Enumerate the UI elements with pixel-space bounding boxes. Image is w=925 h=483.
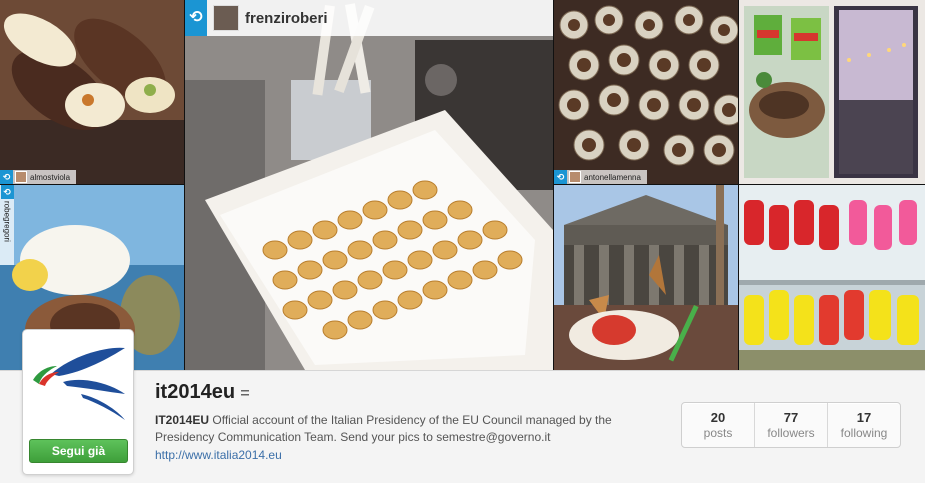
photo-tile-cannoli[interactable]: ⟲ almostviola bbox=[0, 0, 184, 184]
photo-mosaic: ⟲ almostviola ⟲ frenziroberi ⟲ antonella… bbox=[0, 0, 925, 370]
dinner-photo bbox=[739, 0, 925, 184]
photo-tile-ghiaccioli[interactable] bbox=[739, 185, 925, 370]
stat-label: following bbox=[840, 426, 888, 440]
profile-username: it2014eu bbox=[155, 381, 236, 403]
credit-avatar bbox=[15, 171, 27, 183]
pantheon-photo bbox=[554, 185, 738, 370]
regram-icon: ⟲ bbox=[0, 185, 14, 199]
featured-username: frenziroberi bbox=[245, 9, 328, 27]
tortellini-photo bbox=[185, 0, 553, 370]
stat-value: 20 bbox=[710, 410, 726, 425]
shellfish-photo bbox=[554, 0, 738, 184]
photo-tile-pantheon[interactable] bbox=[554, 185, 738, 370]
photo-credit[interactable]: ⟲ antonellamenna bbox=[554, 170, 647, 184]
bio-text: Official account of the Italian Presiden… bbox=[155, 413, 612, 444]
stat-following[interactable]: 17 following bbox=[828, 403, 900, 447]
regram-icon: ⟲ bbox=[0, 170, 13, 184]
credit-username: robegregori bbox=[2, 201, 12, 242]
stat-value: 77 bbox=[783, 410, 799, 425]
stat-label: followers bbox=[767, 426, 815, 440]
profile-avatar-card: Segui già bbox=[22, 329, 134, 475]
bio-full-name: IT2014EU bbox=[155, 413, 210, 427]
options-menu-icon[interactable] bbox=[241, 389, 250, 396]
instagram-profile-page: ⟲ almostviola ⟲ frenziroberi ⟲ antonella… bbox=[0, 0, 925, 483]
eu-presidency-logo bbox=[33, 347, 125, 420]
photo-credit[interactable]: ⟲ robegregori bbox=[0, 185, 14, 265]
profile-stats: 20 posts 77 followers 17 following bbox=[681, 402, 901, 448]
username-row: it2014eu bbox=[155, 381, 250, 404]
follow-button[interactable]: Segui già bbox=[29, 439, 128, 463]
stat-posts[interactable]: 20 posts bbox=[682, 403, 755, 447]
credit-username: antonellamenna bbox=[584, 172, 641, 182]
photo-tile-tortellini-featured[interactable]: ⟲ frenziroberi bbox=[185, 0, 553, 370]
stat-value: 17 bbox=[856, 410, 872, 425]
photo-tile-dinner[interactable] bbox=[739, 0, 925, 184]
photo-tile-shellfish[interactable]: ⟲ antonellamenna bbox=[554, 0, 738, 184]
profile-header: Segui già it2014eu IT2014EU Official acc… bbox=[0, 329, 925, 483]
cannoli-photo bbox=[0, 0, 184, 184]
credit-username: almostviola bbox=[30, 172, 71, 182]
featured-photo-header[interactable]: ⟲ frenziroberi bbox=[185, 0, 553, 36]
ghiaccioli-photo bbox=[739, 185, 925, 370]
photo-credit[interactable]: ⟲ almostviola bbox=[0, 170, 77, 184]
stat-followers[interactable]: 77 followers bbox=[755, 403, 828, 447]
featured-user-avatar bbox=[213, 5, 239, 31]
regram-icon: ⟲ bbox=[554, 170, 567, 184]
regram-icon: ⟲ bbox=[185, 0, 207, 36]
stat-label: posts bbox=[703, 426, 733, 440]
profile-avatar[interactable] bbox=[29, 336, 127, 434]
profile-bio: IT2014EU Official account of the Italian… bbox=[155, 412, 655, 446]
profile-website-link[interactable]: http://www.italia2014.eu bbox=[155, 448, 282, 462]
credit-avatar bbox=[569, 171, 581, 183]
